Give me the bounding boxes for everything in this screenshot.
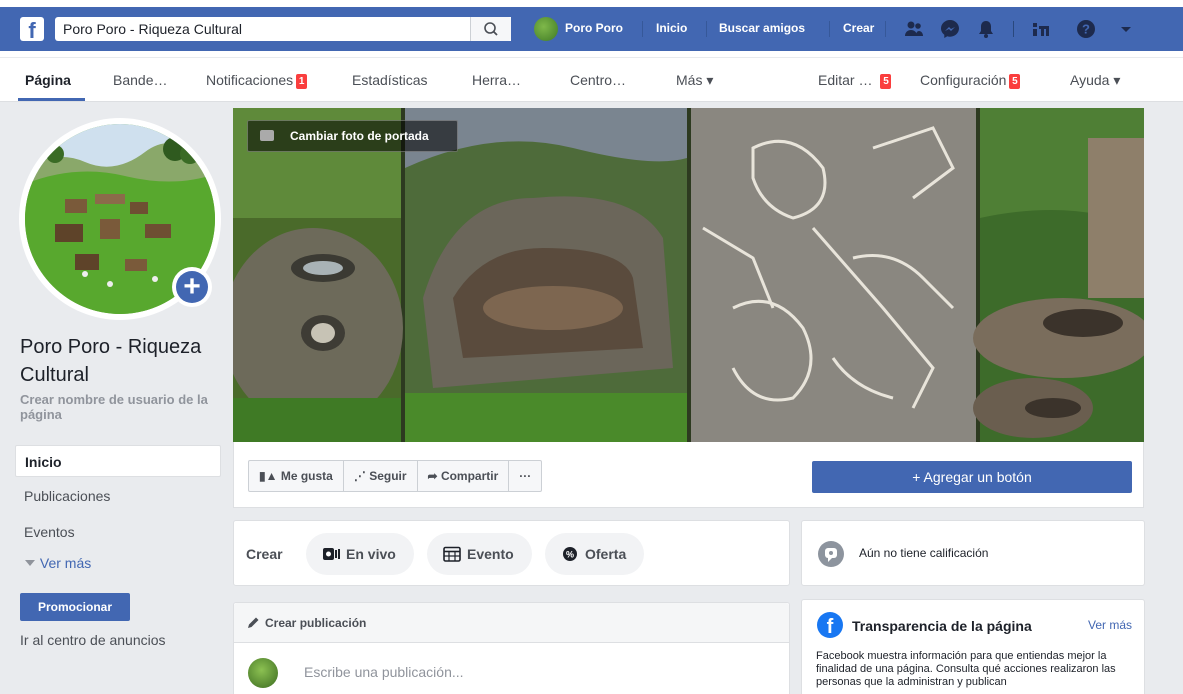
tab-label: Configuración: [920, 72, 1007, 88]
follow-label: Seguir: [369, 469, 407, 483]
rating-status: Aún no tiene calificación: [859, 546, 989, 560]
page-title: Poro Poro - Riqueza Cultural: [20, 336, 202, 386]
sidebar-item-home[interactable]: Inicio: [15, 445, 221, 477]
tab-center[interactable]: Centro…: [570, 72, 626, 88]
tab-settings[interactable]: Configuración 5: [920, 72, 1021, 89]
rating-bubble-icon: [818, 541, 844, 567]
change-cover-label: Cambiar foto de portada: [290, 129, 429, 143]
home-link[interactable]: Inicio: [656, 21, 687, 35]
divider: [642, 21, 643, 37]
tab-more[interactable]: Más ▾: [676, 72, 713, 89]
share-arrow-icon: ➦: [427, 469, 438, 483]
change-cover-button[interactable]: Cambiar foto de portada: [247, 120, 458, 152]
plus-icon: +: [176, 271, 208, 303]
facebook-logo-icon[interactable]: f: [20, 17, 44, 43]
tab-tools[interactable]: Herra…: [472, 72, 521, 88]
follow-button[interactable]: ⋰ Seguir: [344, 461, 418, 491]
sidebar-item-events[interactable]: Eventos: [15, 516, 221, 548]
svg-text:?: ?: [1082, 22, 1090, 37]
search-input[interactable]: [55, 17, 511, 41]
facebook-nav-bar: f Poro Poro Inicio Buscar amigos Crear ?: [0, 7, 1183, 51]
divider: [706, 21, 707, 37]
create-label: Crear: [246, 546, 283, 562]
like-label: Me gusta: [280, 469, 333, 483]
facebook-circle-icon: f: [817, 612, 843, 638]
live-label: En vivo: [346, 546, 396, 562]
friend-requests-icon[interactable]: [903, 18, 925, 40]
calendar-icon: [443, 546, 461, 562]
tab-insights[interactable]: Estadísticas: [352, 72, 427, 88]
pencil-icon: [248, 617, 259, 628]
tab-inbox[interactable]: Bande…: [113, 72, 167, 88]
event-button[interactable]: Evento: [427, 533, 532, 575]
transparency-card: f Transparencia de la página Ver más Fac…: [801, 599, 1145, 694]
search-button[interactable]: [470, 17, 511, 41]
profile-avatar[interactable]: [534, 17, 558, 41]
find-friends-link[interactable]: Buscar amigos: [719, 21, 805, 35]
settings-badge: 5: [1009, 74, 1021, 89]
video-camera-icon: [323, 548, 340, 560]
cover-collage: [233, 108, 1144, 442]
svg-text:%: %: [566, 550, 574, 560]
transparency-title: Transparencia de la página: [852, 618, 1032, 634]
add-profile-photo-button[interactable]: +: [172, 267, 212, 307]
profile-link[interactable]: Poro Poro: [565, 21, 623, 35]
caret-down-icon: [25, 560, 35, 566]
page-tabs: Página Bande… Notificaciones 1 Estadístic…: [0, 58, 1183, 102]
sidebar-item-posts[interactable]: Publicaciones: [15, 480, 221, 512]
chevron-down-icon[interactable]: [1115, 18, 1137, 40]
create-post-header[interactable]: Crear publicación: [234, 603, 789, 643]
add-button-button[interactable]: + Agregar un botón: [812, 461, 1132, 493]
see-more-label: Ver más: [39, 555, 92, 571]
rss-icon: ⋰: [353, 469, 366, 483]
notification-badge: 1: [296, 74, 308, 89]
camera-icon: [260, 130, 274, 141]
create-post-label: Crear publicación: [265, 616, 367, 630]
notifications-bell-icon[interactable]: [975, 18, 997, 40]
cover-photo[interactable]: [233, 108, 1144, 442]
like-button[interactable]: ▮▲ Me gusta: [249, 461, 344, 491]
promote-button[interactable]: Promocionar: [20, 593, 130, 621]
ads-center-link[interactable]: Ir al centro de anuncios: [20, 632, 166, 648]
create-username-link[interactable]: Crear nombre de usuario de la página: [20, 392, 220, 422]
page-action-bar: ▮▲ Me gusta ⋰ Seguir ➦ Compartir ··· + A…: [233, 442, 1144, 508]
avatar: [248, 658, 278, 688]
rating-card: Aún no tiene calificación: [801, 520, 1145, 586]
offer-button[interactable]: % Oferta: [545, 533, 645, 575]
offer-label: Oferta: [585, 546, 627, 562]
create-post-card: Crear publicación Escribe una publicació…: [233, 602, 790, 694]
messenger-icon[interactable]: [939, 18, 961, 40]
share-button[interactable]: ➦ Compartir: [418, 461, 510, 491]
quick-help-icon[interactable]: [1030, 18, 1052, 40]
active-tab-indicator: [18, 98, 85, 101]
live-video-button[interactable]: En vivo: [306, 533, 414, 575]
tab-label: Editar …: [818, 72, 873, 88]
divider: [885, 21, 886, 37]
more-options-button[interactable]: ···: [509, 461, 541, 491]
tab-page[interactable]: Página: [25, 72, 71, 88]
tab-help[interactable]: Ayuda ▾: [1070, 72, 1120, 89]
share-label: Compartir: [440, 469, 499, 483]
search-icon: [484, 22, 498, 36]
edit-badge: 5: [880, 74, 892, 89]
top-bar: f Poro Poro Inicio Buscar amigos Crear ?: [0, 0, 1183, 57]
divider: [829, 21, 830, 37]
tab-notifications[interactable]: Notificaciones 1: [206, 72, 308, 89]
event-label: Evento: [467, 546, 514, 562]
see-more-link[interactable]: Ver más: [24, 555, 91, 571]
divider: [1013, 21, 1014, 37]
tab-edit[interactable]: Editar … 5: [818, 72, 892, 89]
thumbs-up-icon: ▮▲: [259, 469, 278, 483]
create-card: Crear En vivo Evento % Oferta: [233, 520, 790, 586]
offer-tag-icon: %: [563, 547, 577, 561]
transparency-see-more-link[interactable]: Ver más: [1088, 618, 1132, 632]
create-link[interactable]: Crear: [843, 21, 874, 35]
transparency-description: Facebook muestra información para que en…: [816, 650, 1116, 688]
tab-label: Notificaciones: [206, 72, 294, 88]
page-actions-group: ▮▲ Me gusta ⋰ Seguir ➦ Compartir ···: [248, 460, 543, 492]
help-icon[interactable]: ?: [1075, 18, 1097, 40]
post-composer-input[interactable]: Escribe una publicación...: [304, 664, 464, 680]
